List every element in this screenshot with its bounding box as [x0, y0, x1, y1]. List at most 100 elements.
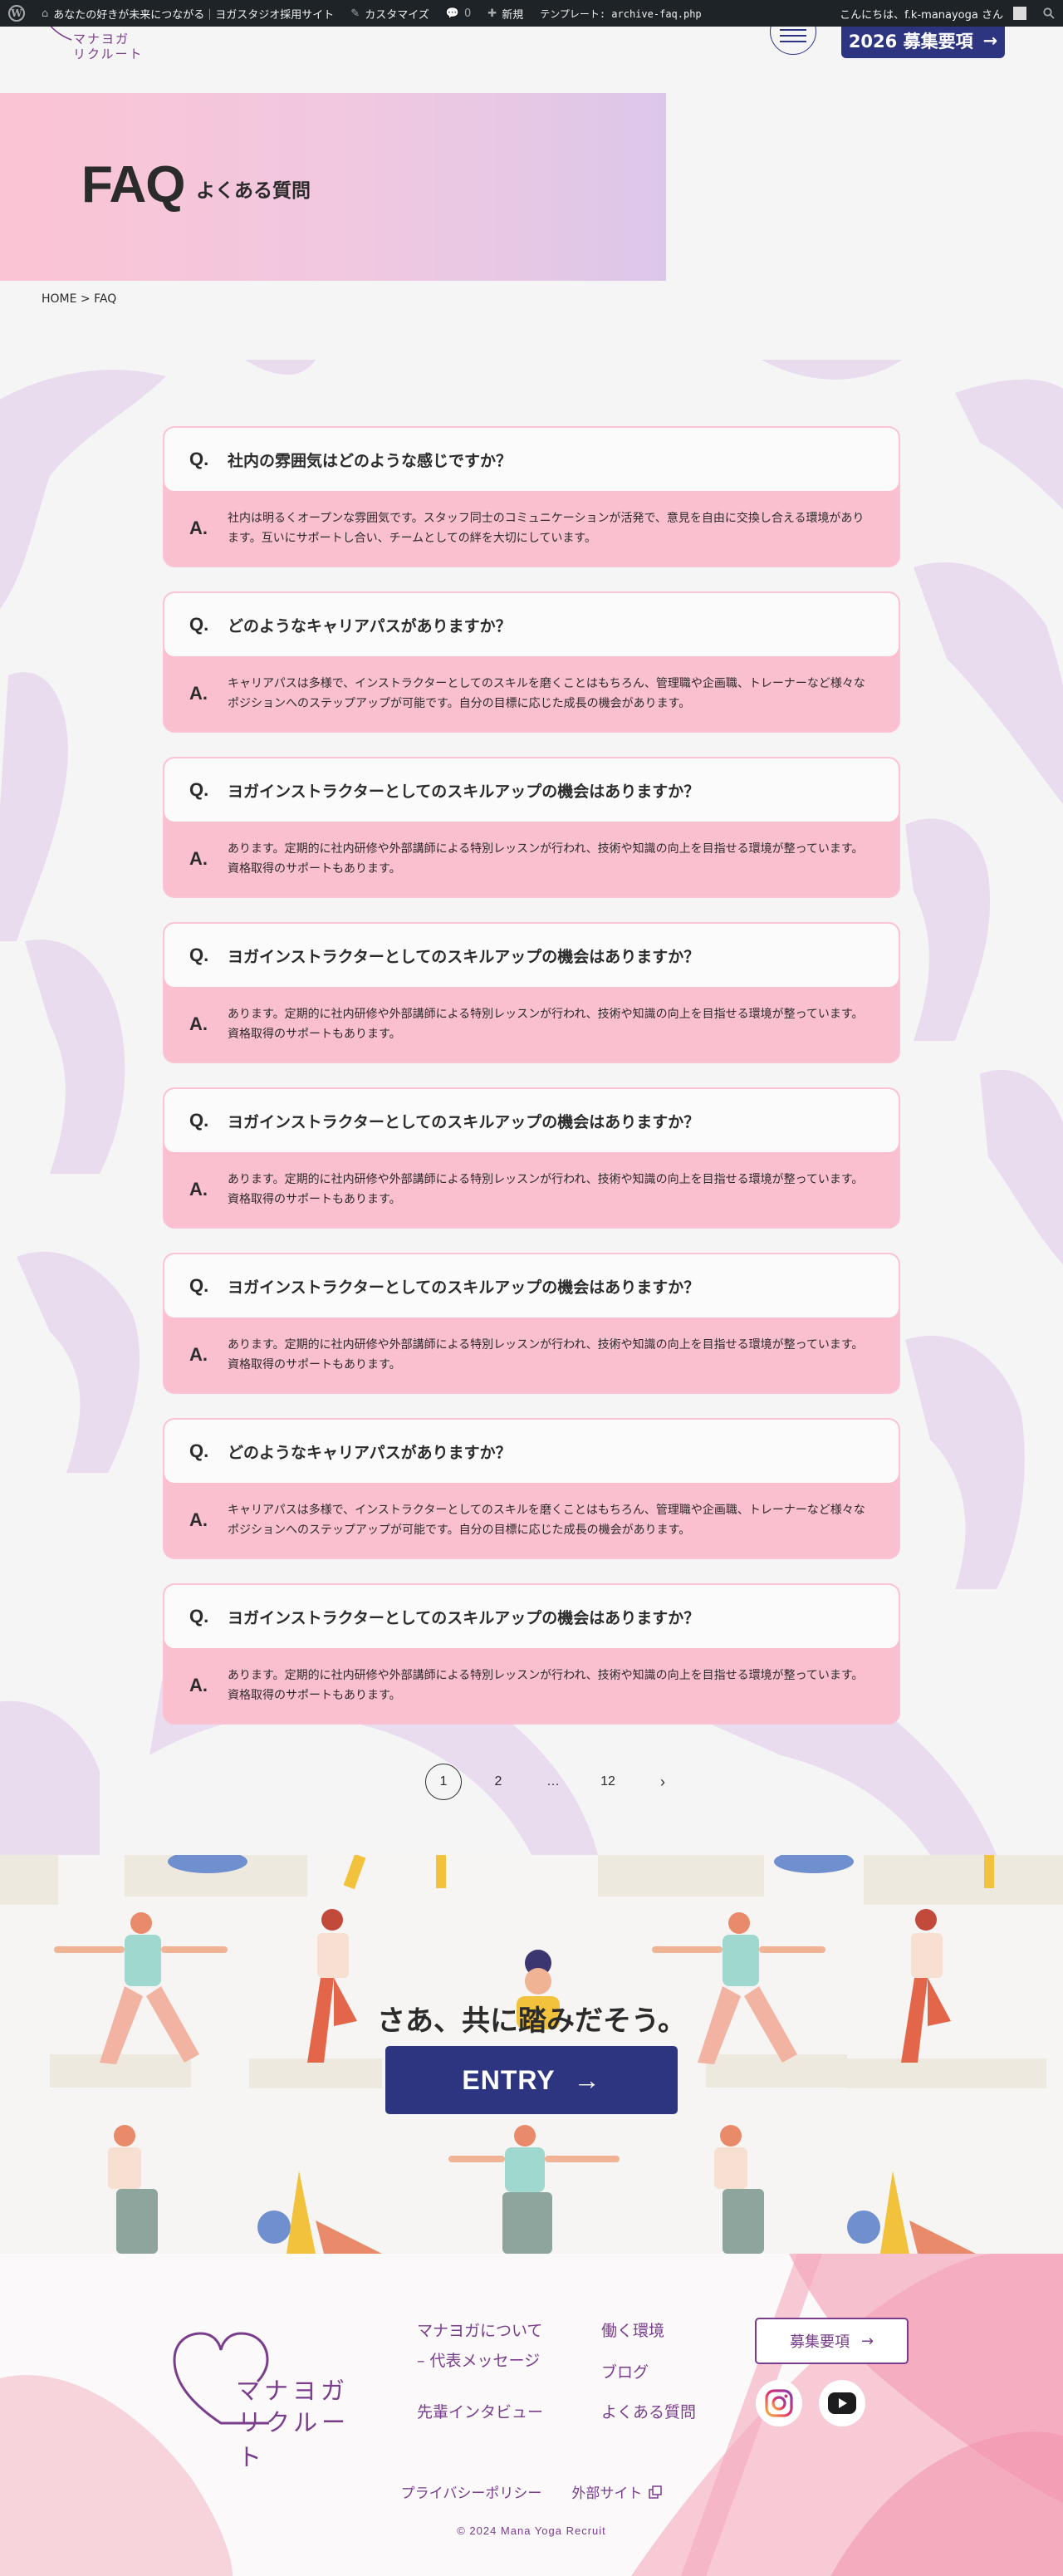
admin-bar-new[interactable]: ✚ 新規	[479, 0, 532, 27]
faq-list: Q. 社内の雰囲気はどのような感じですか？ A. 社内は明るくオープンな雰囲気で…	[163, 426, 900, 1749]
faq-question[interactable]: Q. どのようなキャリアパスがありますか？	[164, 593, 899, 656]
answer-text: あります。定期的に社内研修や外部講師による特別レッスンが行われ、技術や知識の向上…	[228, 1173, 864, 1206]
faq-answer: A. あります。定期的に社内研修や外部講師による特別レッスンが行われ、技術や知識…	[164, 987, 899, 1062]
a-mark: A.	[189, 683, 208, 704]
a-mark: A.	[189, 1179, 208, 1200]
faq-item[interactable]: Q. 社内の雰囲気はどのような感じですか？ A. 社内は明るくオープンな雰囲気で…	[163, 426, 900, 567]
search-icon	[1043, 7, 1055, 19]
faq-question[interactable]: Q. ヨガインストラクターとしてのスキルアップの機会はありますか？	[164, 924, 899, 987]
pagination-ellipsis: …	[546, 1774, 560, 1788]
faq-question[interactable]: Q. どのようなキャリアパスがありますか？	[164, 1420, 899, 1483]
faq-item[interactable]: Q. ヨガインストラクターとしてのスキルアップの機会はありますか？ A. ありま…	[163, 922, 900, 1063]
faq-item[interactable]: Q. ヨガインストラクターとしてのスキルアップの機会はありますか？ A. ありま…	[163, 757, 900, 898]
faq-answer: A. キャリアパスは多様で、インストラクターとしてのスキルを磨くことはもちろん、…	[164, 656, 899, 731]
question-text: ヨガインストラクターとしてのスキルアップの機会はありますか？	[228, 1278, 700, 1297]
footer-recruit-button[interactable]: 募集要項 →	[755, 2318, 909, 2364]
a-mark: A.	[189, 1344, 208, 1365]
faq-question[interactable]: Q. ヨガインストラクターとしてのスキルアップの機会はありますか？	[164, 1089, 899, 1152]
a-mark: A.	[189, 848, 208, 869]
q-mark: Q.	[189, 1275, 209, 1296]
faq-question[interactable]: Q. ヨガインストラクターとしてのスキルアップの機会はありますか？	[164, 1585, 899, 1648]
entry-section: さあ、共に踏みだそう。 ENTRY →	[0, 1855, 1063, 2254]
faq-question[interactable]: Q. ヨガインストラクターとしてのスキルアップの機会はありますか？	[164, 1254, 899, 1317]
comment-icon: 💬	[445, 7, 459, 20]
arrow-right-icon: →	[573, 2064, 601, 2095]
faq-question[interactable]: Q. ヨガインストラクターとしてのスキルアップの機会はありますか？	[164, 758, 899, 822]
footer-link-blog[interactable]: ブログ	[601, 2360, 649, 2382]
admin-bar-customize[interactable]: ✎ カスタマイズ	[342, 0, 438, 27]
external-site-link[interactable]: 外部サイト	[571, 2481, 663, 2502]
faq-item[interactable]: Q. ヨガインストラクターとしてのスキルアップの機会はありますか？ A. ありま…	[163, 1583, 900, 1725]
question-text: 社内の雰囲気はどのような感じですか？	[228, 451, 512, 470]
footer-link-about[interactable]: マナヨガについて	[417, 2318, 542, 2341]
admin-bar-template[interactable]: テンプレート: archive-faq.php	[532, 0, 709, 27]
admin-bar-search[interactable]	[1035, 0, 1063, 27]
copyright: © 2024 Mana Yoga Recruit	[457, 2524, 606, 2537]
footer-logo[interactable]: マナヨガ リクルート	[171, 2330, 362, 2471]
pagination: 1 2 … 12 ›	[425, 1764, 681, 1800]
arrow-right-icon: →	[860, 2332, 874, 2350]
q-mark: Q.	[189, 1440, 209, 1461]
q-mark: Q.	[189, 614, 209, 635]
instagram-icon	[765, 2389, 793, 2417]
instagram-link[interactable]	[756, 2380, 802, 2426]
page-title: FAQ	[81, 156, 185, 213]
brush-icon: ✎	[350, 7, 360, 20]
faq-answer: A. キャリアパスは多様で、インストラクターとしてのスキルを磨くことはもちろん、…	[164, 1483, 899, 1558]
faq-item[interactable]: Q. ヨガインストラクターとしてのスキルアップの機会はありますか？ A. ありま…	[163, 1087, 900, 1229]
wordpress-icon: W	[8, 5, 25, 22]
a-mark: A.	[189, 1509, 208, 1530]
answer-text: 社内は明るくオープンな雰囲気です。スタッフ同士のコミュニケーションが活発で、意見…	[228, 512, 865, 545]
avatar	[1013, 7, 1026, 20]
answer-text: あります。定期的に社内研修や外部講師による特別レッスンが行われ、技術や知識の向上…	[228, 1008, 864, 1041]
privacy-policy-link[interactable]: プライバシーポリシー	[401, 2481, 542, 2502]
footer-link-environment[interactable]: 働く環境	[601, 2318, 664, 2341]
site-logo[interactable]: マナヨガ リクルート	[42, 17, 149, 61]
page-hero: FAQ よくある質問	[0, 93, 666, 281]
question-text: どのようなキャリアパスがありますか？	[228, 1443, 512, 1462]
page-12-link[interactable]: 12	[590, 1764, 626, 1800]
entry-button[interactable]: ENTRY →	[385, 2046, 678, 2114]
page-2-link[interactable]: 2	[480, 1764, 517, 1800]
footer-link-interview[interactable]: 先輩インタビュー	[417, 2400, 543, 2422]
question-text: ヨガインストラクターとしてのスキルアップの機会はありますか？	[228, 1608, 700, 1627]
external-link-icon	[649, 2485, 663, 2499]
wordpress-menu[interactable]: W	[0, 0, 33, 27]
faq-answer: A. 社内は明るくオープンな雰囲気です。スタッフ同士のコミュニケーションが活発で…	[164, 491, 899, 566]
q-mark: Q.	[189, 1606, 209, 1627]
admin-bar-comments[interactable]: 💬 0	[438, 0, 479, 27]
site-header: マナヨガ リクルート 2026 募集要項 →	[0, 8, 1063, 68]
q-mark: Q.	[189, 945, 209, 965]
entry-catchphrase: さあ、共に踏みだそう。	[377, 2004, 686, 2038]
faq-answer: A. あります。定期的に社内研修や外部講師による特別レッスンが行われ、技術や知識…	[164, 1317, 899, 1392]
q-mark: Q.	[189, 1110, 209, 1131]
faq-answer: A. あります。定期的に社内研修や外部講師による特別レッスンが行われ、技術や知識…	[164, 1152, 899, 1227]
youtube-link[interactable]	[819, 2380, 865, 2426]
faq-section: Q. 社内の雰囲気はどのような感じですか？ A. 社内は明るくオープンな雰囲気で…	[0, 360, 1063, 1855]
a-mark: A.	[189, 1675, 208, 1695]
question-text: ヨガインストラクターとしてのスキルアップの機会はありますか？	[228, 947, 700, 966]
faq-item[interactable]: Q. どのようなキャリアパスがありますか？ A. キャリアパスは多様で、インスト…	[163, 591, 900, 733]
menu-line	[780, 41, 806, 42]
breadcrumb[interactable]: HOME > FAQ	[42, 292, 116, 306]
admin-bar-account[interactable]: こんにちは、f.k-manayoga さん	[831, 0, 1035, 27]
answer-text: キャリアパスは多様で、インストラクターとしてのスキルを磨くことはもちろん、管理職…	[228, 1504, 865, 1537]
home-icon: ⌂	[42, 7, 49, 20]
next-page-chevron-icon[interactable]: ›	[644, 1764, 681, 1800]
faq-answer: A. あります。定期的に社内研修や外部講師による特別レッスンが行われ、技術や知識…	[164, 822, 899, 896]
faq-question[interactable]: Q. 社内の雰囲気はどのような感じですか？	[164, 428, 899, 491]
a-mark: A.	[189, 518, 208, 538]
admin-bar-site-name[interactable]: ⌂ あなたの好きが未来につながる｜ヨガスタジオ採用サイト	[33, 0, 342, 27]
page-1-current[interactable]: 1	[425, 1764, 462, 1800]
q-mark: Q.	[189, 449, 209, 469]
youtube-icon	[828, 2392, 856, 2414]
question-text: どのようなキャリアパスがありますか？	[228, 616, 512, 635]
faq-item[interactable]: Q. どのようなキャリアパスがありますか？ A. キャリアパスは多様で、インスト…	[163, 1418, 900, 1559]
page-subtitle: よくある質問	[196, 180, 311, 202]
menu-line	[780, 29, 806, 31]
q-mark: Q.	[189, 779, 209, 800]
faq-item[interactable]: Q. ヨガインストラクターとしてのスキルアップの機会はありますか？ A. ありま…	[163, 1253, 900, 1394]
answer-text: あります。定期的に社内研修や外部講師による特別レッスンが行われ、技術や知識の向上…	[228, 1338, 864, 1371]
footer-link-message[interactable]: – 代表メッセージ	[417, 2348, 540, 2371]
footer-link-faq[interactable]: よくある質問	[601, 2400, 696, 2422]
